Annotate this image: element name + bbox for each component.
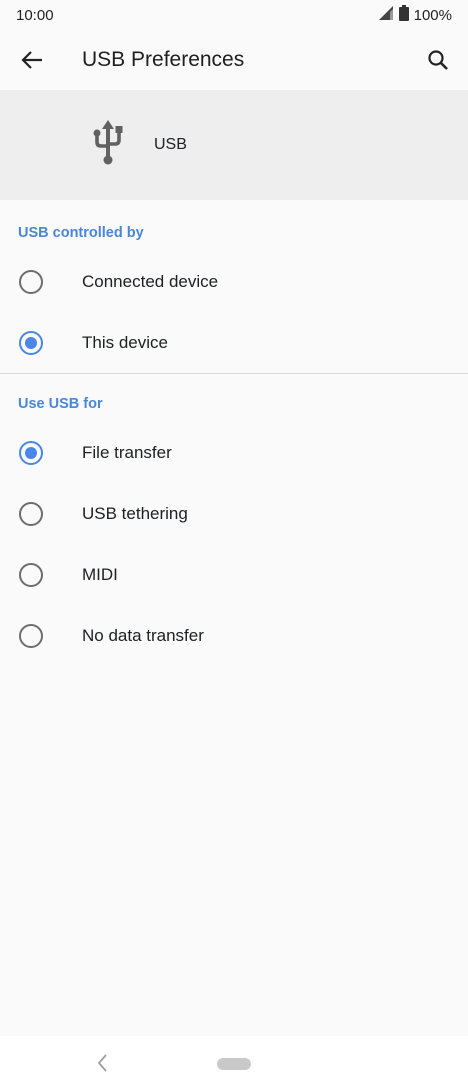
status-bar: 10:00 100% bbox=[0, 0, 468, 30]
option-midi[interactable]: MIDI bbox=[0, 544, 468, 605]
option-label: Connected device bbox=[82, 271, 219, 291]
search-icon[interactable] bbox=[424, 46, 452, 74]
option-file-transfer[interactable]: File transfer bbox=[0, 422, 468, 483]
usb-header-label: USB bbox=[154, 136, 187, 153]
radio-unchecked[interactable] bbox=[19, 501, 43, 526]
navigation-bar bbox=[0, 1036, 468, 1092]
battery-percent: 100% bbox=[413, 6, 452, 24]
signal-icon bbox=[378, 6, 394, 24]
option-no-data-transfer[interactable]: No data transfer bbox=[0, 605, 468, 666]
option-this-device[interactable]: This device bbox=[0, 312, 468, 373]
nav-back-icon[interactable] bbox=[92, 1050, 112, 1076]
status-time: 10:00 bbox=[16, 6, 54, 24]
radio-checked[interactable] bbox=[19, 440, 43, 465]
status-icons: 100% bbox=[378, 5, 452, 25]
usb-icon bbox=[90, 118, 126, 173]
option-usb-tethering[interactable]: USB tethering bbox=[0, 483, 468, 544]
section-use-usb-for-header: Use USB for bbox=[0, 374, 468, 412]
option-label: USB tethering bbox=[82, 503, 188, 523]
home-pill[interactable] bbox=[217, 1058, 251, 1070]
usb-header: USB bbox=[0, 90, 468, 200]
option-connected-device[interactable]: Connected device bbox=[0, 251, 468, 312]
section-title: Use USB for bbox=[18, 396, 103, 412]
radio-checked[interactable] bbox=[19, 330, 43, 355]
radio-unchecked[interactable] bbox=[19, 623, 43, 648]
option-label: File transfer bbox=[82, 442, 172, 462]
app-bar: USB Preferences bbox=[0, 30, 468, 90]
option-label: MIDI bbox=[82, 564, 118, 584]
section-controlled-by-header: USB controlled by bbox=[0, 200, 468, 241]
option-label: No data transfer bbox=[82, 625, 204, 645]
option-label: This device bbox=[82, 332, 168, 352]
radio-unchecked[interactable] bbox=[19, 269, 43, 294]
page-title: USB Preferences bbox=[82, 48, 245, 71]
battery-icon bbox=[398, 5, 409, 25]
section-title: USB controlled by bbox=[18, 225, 144, 241]
back-arrow-icon[interactable] bbox=[18, 46, 46, 74]
radio-unchecked[interactable] bbox=[19, 562, 43, 587]
